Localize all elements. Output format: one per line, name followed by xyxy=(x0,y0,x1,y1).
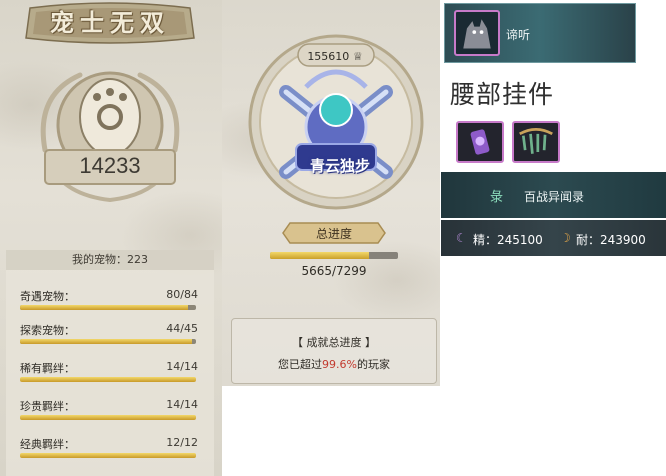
pet-stat-label: 奇遇宠物： xyxy=(20,290,75,303)
pet-stat-row: 珍贵羁绊： 14/14 xyxy=(20,398,198,420)
pet-stat-progress-fill xyxy=(20,339,193,344)
waist-item-slot-1[interactable] xyxy=(456,121,504,163)
pet-stat-progress-bar xyxy=(20,305,196,310)
achievement-summary-box xyxy=(231,318,437,384)
collection-title: 宠士无双 xyxy=(50,8,170,37)
wolf-icon xyxy=(463,19,491,49)
pet-stat-label: 稀有羁绊： xyxy=(20,362,75,375)
pet-stat-progress-bar xyxy=(20,339,196,344)
pet-stat-progress-bar xyxy=(20,377,196,382)
stat-jing: 精：245100 xyxy=(473,233,543,247)
waist-accessory-title: 腰部挂件 xyxy=(450,80,555,109)
trophy-icon: ♕ xyxy=(352,50,363,63)
total-progress-bar xyxy=(270,252,398,259)
moon-icon: ☽ xyxy=(560,231,571,245)
summary-prefix: 您已超过 xyxy=(278,358,323,371)
pet-stat-progress-fill xyxy=(20,415,196,420)
summary-title: 【 成就总进度 】 xyxy=(292,336,376,349)
total-progress-count: 5665/7299 xyxy=(301,264,367,278)
stat-nai: 耐：243900 xyxy=(576,233,646,247)
mount-thumbnail[interactable] xyxy=(454,10,500,56)
achievement-points: 155610 ♕ xyxy=(300,50,370,63)
pet-stat-label: 探索宠物： xyxy=(20,324,75,337)
pet-stat-progress-fill xyxy=(20,377,196,382)
pet-stat-row: 奇遇宠物： 80/84 xyxy=(20,288,198,310)
pet-stat-label: 经典羁绊： xyxy=(20,438,75,451)
pet-stat-label: 珍贵羁绊： xyxy=(20,400,75,413)
pet-stat-row: 稀有羁绊： 14/14 xyxy=(20,360,198,382)
my-pets-count: 我的宠物：223 xyxy=(6,250,214,270)
pet-stat-progress-fill xyxy=(20,453,196,458)
pet-stat-value: 80/84 xyxy=(166,288,198,301)
record-book-name: 百战异闻录 xyxy=(524,190,585,204)
pet-stat-progress-bar xyxy=(20,453,196,458)
pet-stat-value: 14/14 xyxy=(166,398,198,411)
total-progress-fill xyxy=(270,252,370,259)
pet-score: 14233 xyxy=(79,153,141,178)
pet-stat-value: 44/45 xyxy=(166,322,198,335)
waist-item-slot-2[interactable] xyxy=(512,121,560,163)
pet-stat-row: 探索宠物： 44/45 xyxy=(20,322,198,344)
pet-stat-row: 经典羁绊： 12/12 xyxy=(20,436,198,458)
record-book-icon: 彔 xyxy=(490,190,504,205)
pet-stat-progress-fill xyxy=(20,305,188,310)
moon-icon: ☾ xyxy=(456,231,467,245)
lamp-icon xyxy=(470,129,490,155)
pet-stat-value: 14/14 xyxy=(166,360,198,373)
mount-name: 谛听 xyxy=(506,28,531,42)
pet-stat-value: 12/12 xyxy=(166,436,198,449)
summary-suffix: 的玩家 xyxy=(356,358,390,371)
summary-ranking-text: 您已超过99.6%的玩家 xyxy=(231,356,437,372)
pet-stat-progress-bar xyxy=(20,415,196,420)
pet-egg-emblem xyxy=(40,71,180,203)
summary-percent: 99.6% xyxy=(322,358,357,371)
branch-icon xyxy=(519,127,553,154)
total-progress-label: 总进度 xyxy=(315,227,352,241)
achievement-points-value: 155610 xyxy=(307,50,350,63)
achievement-rank-title: 青云独步 xyxy=(309,157,370,175)
